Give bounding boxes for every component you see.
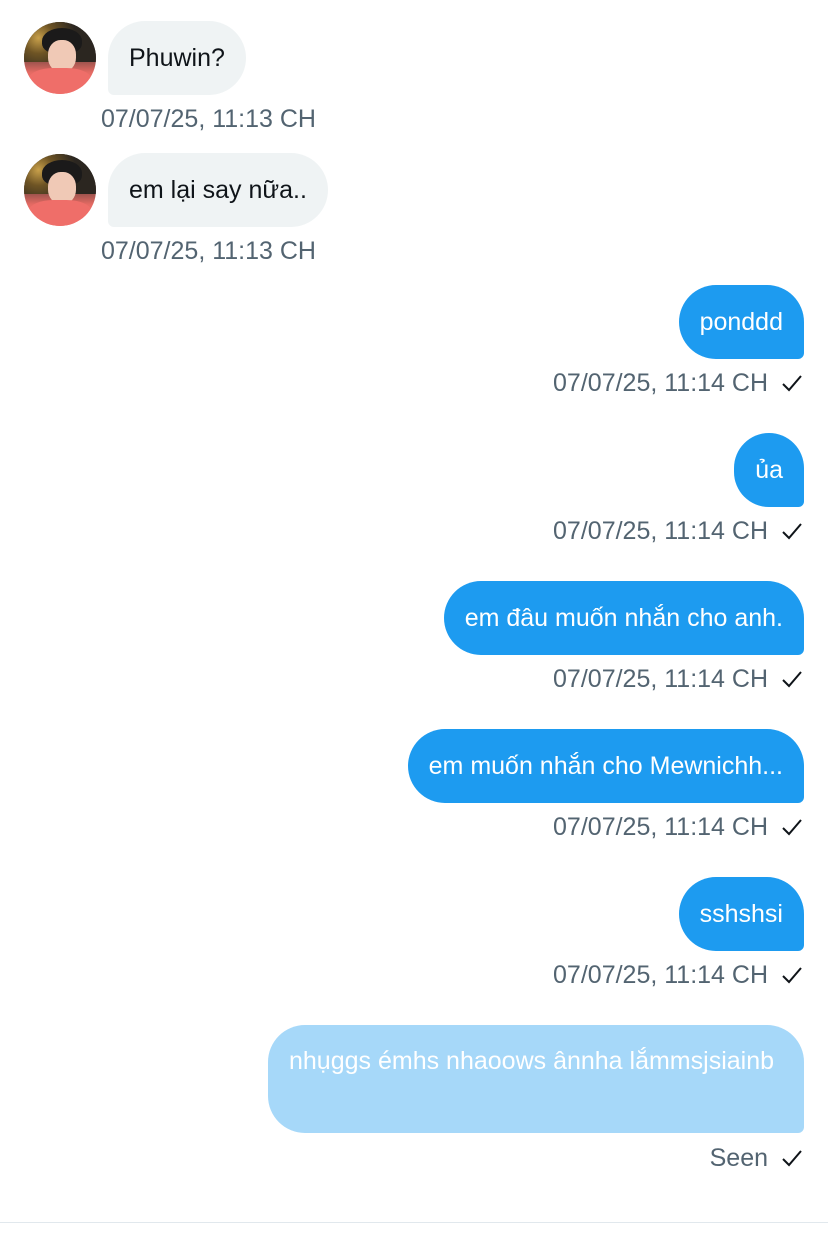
check-icon: [780, 667, 804, 691]
check-icon: [780, 519, 804, 543]
message-bubble-outgoing[interactable]: ponddd: [678, 285, 804, 359]
message-meta: 07/07/25, 11:14 CH: [553, 663, 804, 695]
message-timestamp: 07/07/25, 11:14 CH: [553, 665, 768, 693]
message-timestamp: 07/07/25, 11:14 CH: [553, 517, 768, 545]
check-icon: [780, 371, 804, 395]
avatar[interactable]: [24, 22, 96, 94]
message-text: Phuwin?: [129, 44, 225, 72]
message-text: nhụggs émhs nhaoows ânnha lắmmsjsiainb: [289, 1047, 775, 1075]
message-bubble-outgoing[interactable]: ủa: [734, 433, 804, 507]
message-text: em đâu muốn nhắn cho anh.: [464, 604, 783, 632]
message-timestamp: 07/07/25, 11:13 CH: [101, 105, 316, 133]
message-text: ủa: [755, 456, 783, 484]
message-timestamp: 07/07/25, 11:14 CH: [553, 961, 768, 989]
message-meta: 07/07/25, 11:14 CH: [553, 811, 804, 843]
message-meta: 07/07/25, 11:14 CH: [553, 367, 804, 399]
avatar[interactable]: [24, 154, 96, 226]
message-text: ponddd: [699, 308, 783, 336]
divider: [0, 1222, 828, 1223]
message-meta: 07/07/25, 11:14 CH: [553, 959, 804, 991]
check-icon: [780, 1146, 804, 1170]
message-text: sshshsi: [699, 900, 783, 928]
message-meta: Seen: [710, 1142, 804, 1174]
message-timestamp: 07/07/25, 11:13 CH: [101, 237, 316, 265]
message-bubble-outgoing[interactable]: em muốn nhắn cho Mewnichh...: [407, 729, 804, 803]
message-timestamp: 07/07/25, 11:14 CH: [553, 813, 768, 841]
avatar-shirt: [28, 68, 92, 94]
message-text: em lại say nữa..: [129, 176, 307, 204]
seen-status: Seen: [709, 1144, 768, 1172]
message-timestamp: 07/07/25, 11:14 CH: [553, 369, 768, 397]
message-bubble-outgoing[interactable]: em đâu muốn nhắn cho anh.: [443, 581, 804, 655]
avatar-shirt: [28, 200, 92, 226]
message-text: em muốn nhắn cho Mewnichh...: [428, 752, 783, 780]
message-bubble-incoming[interactable]: em lại say nữa..: [108, 153, 328, 227]
message-bubble-incoming[interactable]: Phuwin?: [108, 21, 246, 95]
message-meta: 07/07/25, 11:14 CH: [553, 515, 804, 547]
check-icon: [780, 815, 804, 839]
message-bubble-outgoing-pending[interactable]: nhụggs émhs nhaoows ânnha lắmmsjsiainb: [268, 1025, 804, 1133]
message-bubble-outgoing[interactable]: sshshsi: [678, 877, 804, 951]
check-icon: [780, 963, 804, 987]
